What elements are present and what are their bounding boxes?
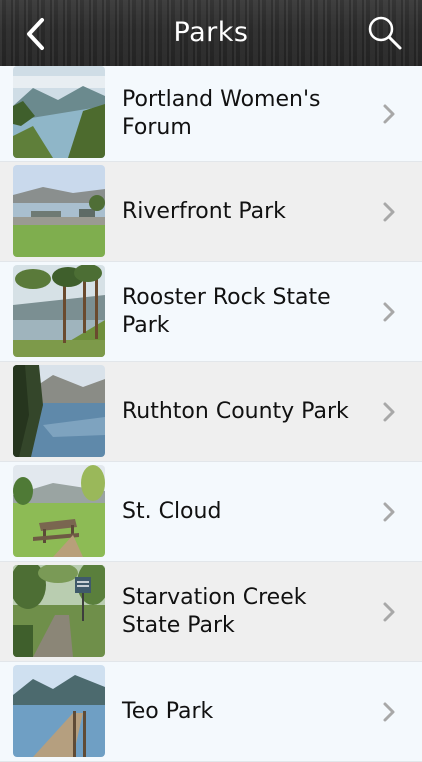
park-name: Starvation Creek State Park bbox=[122, 584, 307, 638]
page-title: Parks bbox=[173, 17, 249, 48]
park-thumbnail bbox=[13, 365, 105, 457]
park-thumbnail bbox=[13, 465, 105, 557]
park-thumbnail bbox=[13, 665, 105, 757]
park-name: Rooster Rock State Park bbox=[122, 284, 331, 338]
list-item[interactable]: Rooster Rock State Park bbox=[0, 262, 422, 362]
search-button[interactable] bbox=[366, 14, 404, 52]
chevron-right-icon bbox=[383, 602, 395, 621]
list-item[interactable]: Starvation Creek State Park bbox=[0, 562, 422, 662]
list-item[interactable]: Ruthton County Park bbox=[0, 362, 422, 462]
list-item[interactable]: St. Cloud bbox=[0, 462, 422, 562]
park-name: Teo Park bbox=[122, 698, 214, 724]
list-item[interactable]: Portland Women's Forum bbox=[0, 66, 422, 162]
park-thumbnail bbox=[13, 265, 105, 357]
park-name: Riverfront Park bbox=[122, 198, 286, 224]
chevron-right-icon bbox=[383, 502, 395, 521]
parks-list: Portland Women's Forum Riverfront Park R… bbox=[0, 66, 422, 762]
chevron-right-icon bbox=[383, 302, 395, 321]
chevron-right-icon bbox=[383, 202, 395, 221]
park-name: St. Cloud bbox=[122, 498, 222, 524]
search-icon bbox=[368, 16, 402, 50]
navigation-bar: Parks bbox=[0, 0, 422, 67]
chevron-right-icon bbox=[383, 104, 395, 123]
chevron-right-icon bbox=[383, 702, 395, 721]
park-thumbnail bbox=[13, 66, 105, 158]
park-name: Ruthton County Park bbox=[122, 398, 349, 424]
park-thumbnail bbox=[13, 165, 105, 257]
chevron-right-icon bbox=[383, 402, 395, 421]
park-thumbnail bbox=[13, 565, 105, 657]
list-item[interactable]: Riverfront Park bbox=[0, 162, 422, 262]
list-item[interactable]: Teo Park bbox=[0, 662, 422, 762]
park-name: Portland Women's Forum bbox=[122, 86, 321, 140]
